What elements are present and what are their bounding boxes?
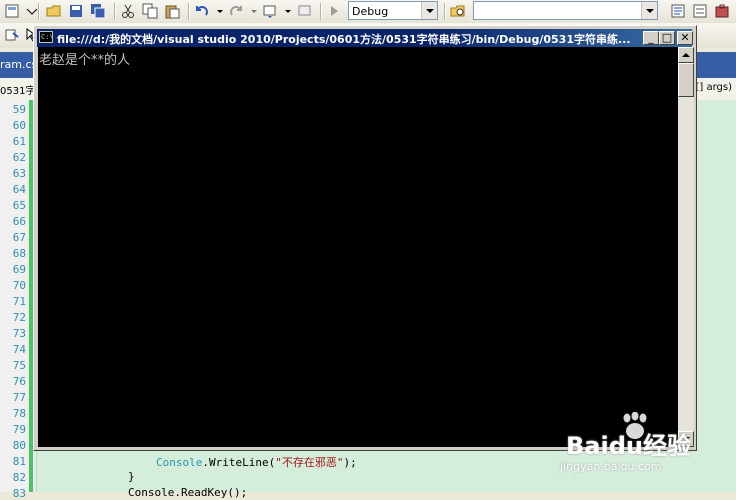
statement-tail: ); [343,456,357,469]
line-number: 73 [12,327,26,340]
line-number: 79 [12,423,26,436]
display-object-member-list-icon[interactable] [4,27,20,43]
line-number: 74 [12,343,26,356]
solution-configuration-combo[interactable]: Debug [348,1,438,20]
console-output-area[interactable]: 老赵是个**的人 [38,47,678,447]
toolbox-icon[interactable] [714,3,730,19]
undo-dropdown-icon[interactable] [212,3,228,19]
writeline-token: .WriteLine( [202,456,276,469]
line-number: 76 [12,375,26,388]
line-number: 59 [12,103,26,116]
solution-explorer-icon[interactable] [670,3,686,19]
save-all-icon[interactable] [90,3,106,19]
console-title: file:///d:/我的文档/visual studio 2010/Proje… [57,33,631,46]
baidu-jingyan-watermark: Baidu经验 jingyan.baidu.com [560,412,736,492]
find-combo[interactable] [473,1,658,20]
line-number: 70 [12,279,26,292]
paste-icon[interactable] [164,3,180,19]
document-tab-program-cs[interactable]: ram.cs [0,58,37,71]
line-number: 64 [12,183,26,196]
copy-icon[interactable] [142,3,158,19]
chevron-down-icon[interactable] [421,2,437,19]
save-icon[interactable] [68,3,84,19]
standard-toolbar: Debug [0,0,736,24]
close-button[interactable]: ✕ [677,31,693,45]
open-folder-icon[interactable] [46,3,62,19]
find-in-files-icon[interactable] [450,3,466,19]
console-output-line: 老赵是个**的人 [39,53,131,68]
start-debugging-icon[interactable] [326,3,342,19]
line-number: 83 [12,487,26,500]
line-number: 80 [12,439,26,452]
new-project-icon[interactable] [4,3,20,19]
maximize-button[interactable]: □ [659,31,675,45]
code-line-81: Console.WriteLine("不存在邪恶"); [156,454,357,470]
line-number: 81 [12,455,26,468]
scroll-thumb[interactable] [678,63,694,97]
string-literal: "不存在邪恶" [275,456,344,469]
members-dropdown[interactable]: [] args) [695,82,732,93]
line-number: 71 [12,295,26,308]
line-number: 75 [12,359,26,372]
line-number: 67 [12,231,26,244]
line-number: 65 [12,199,26,212]
console-window[interactable]: C:\ file:///d:/我的文档/visual studio 2010/P… [33,25,697,451]
console-class-token: Console [156,456,203,469]
code-line-82: } [128,470,135,483]
redo-dropdown-icon[interactable] [246,3,262,19]
line-number: 66 [12,215,26,228]
code-line-83: Console.ReadKey(); [128,486,248,499]
line-number: 63 [12,167,26,180]
scroll-up-button[interactable] [678,47,694,63]
line-number: 77 [12,391,26,404]
line-number: 62 [12,151,26,164]
chevron-down-icon[interactable] [641,2,657,19]
line-number-gutter: 59 60 61 62 63 64 65 66 67 68 69 70 71 72 73 74 75 76 77 78… [0,100,28,500]
console-titlebar[interactable]: C:\ file:///d:/我的文档/visual studio 2010/P… [37,29,693,47]
document-tab-strip-right [694,52,736,78]
cut-icon[interactable] [120,3,136,19]
line-number: 72 [12,311,26,324]
line-number: 82 [12,471,26,484]
line-number: 61 [12,135,26,148]
minimize-button[interactable]: _ [643,31,659,45]
watermark-brand: Baidu经验 [566,432,691,460]
console-app-icon-text: C:\ [41,33,54,41]
properties-icon[interactable] [692,3,708,19]
types-dropdown[interactable]: 0531字 [0,82,35,97]
line-number: 60 [12,119,26,132]
navigate-backward-icon[interactable] [262,3,278,19]
line-number: 78 [12,407,26,420]
redo-icon[interactable] [228,3,244,19]
line-number: 69 [12,263,26,276]
console-vertical-scrollbar[interactable] [678,47,694,447]
navigate-dropdown-icon[interactable] [280,3,296,19]
console-app-icon[interactable]: C:\ [39,31,54,43]
undo-icon[interactable] [194,3,210,19]
solution-configuration-value: Debug [352,5,389,18]
line-number: 68 [12,247,26,260]
navigate-forward-icon[interactable] [296,3,312,19]
watermark-url: jingyan.baidu.com [560,460,662,473]
